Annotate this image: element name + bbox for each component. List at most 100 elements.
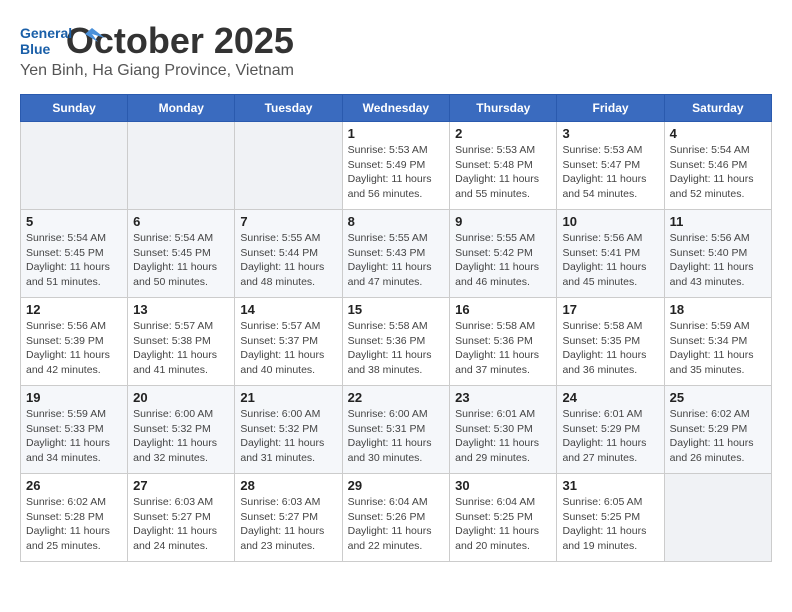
day-detail: Sunrise: 5:59 AM Sunset: 5:34 PM Dayligh… [670, 319, 766, 378]
day-detail: Sunrise: 5:57 AM Sunset: 5:38 PM Dayligh… [133, 319, 229, 378]
day-detail: Sunrise: 6:01 AM Sunset: 5:29 PM Dayligh… [562, 407, 658, 466]
svg-text:Blue: Blue [20, 41, 51, 57]
day-detail: Sunrise: 6:00 AM Sunset: 5:31 PM Dayligh… [348, 407, 445, 466]
calendar-cell: 15 Sunrise: 5:58 AM Sunset: 5:36 PM Dayli… [342, 298, 450, 386]
day-number: 18 [670, 302, 766, 317]
day-number: 26 [26, 478, 122, 493]
calendar-cell [235, 122, 342, 210]
day-detail: Sunrise: 5:56 AM Sunset: 5:39 PM Dayligh… [26, 319, 122, 378]
day-detail: Sunrise: 5:53 AM Sunset: 5:48 PM Dayligh… [455, 143, 551, 202]
calendar-cell [664, 474, 771, 562]
day-detail: Sunrise: 5:58 AM Sunset: 5:35 PM Dayligh… [562, 319, 658, 378]
day-number: 6 [133, 214, 229, 229]
day-detail: Sunrise: 5:54 AM Sunset: 5:45 PM Dayligh… [133, 231, 229, 290]
day-number: 16 [455, 302, 551, 317]
day-number: 17 [562, 302, 658, 317]
calendar-cell: 27 Sunrise: 6:03 AM Sunset: 5:27 PM Dayli… [128, 474, 235, 562]
day-detail: Sunrise: 6:00 AM Sunset: 5:32 PM Dayligh… [240, 407, 336, 466]
calendar-cell: 17 Sunrise: 5:58 AM Sunset: 5:35 PM Dayli… [557, 298, 664, 386]
day-detail: Sunrise: 5:55 AM Sunset: 5:42 PM Dayligh… [455, 231, 551, 290]
day-number: 9 [455, 214, 551, 229]
day-number: 31 [562, 478, 658, 493]
day-number: 28 [240, 478, 336, 493]
day-detail: Sunrise: 6:00 AM Sunset: 5:32 PM Dayligh… [133, 407, 229, 466]
weekday-header-friday: Friday [557, 95, 664, 122]
weekday-header-sunday: Sunday [21, 95, 128, 122]
day-detail: Sunrise: 5:56 AM Sunset: 5:41 PM Dayligh… [562, 231, 658, 290]
day-number: 29 [348, 478, 445, 493]
calendar-cell: 28Sunrise: 6:03 AM Sunset: 5:27 PM Dayli… [235, 474, 342, 562]
calendar-cell: 31 Sunrise: 6:05 AM Sunset: 5:25 PM Dayli… [557, 474, 664, 562]
calendar-cell: 5 Sunrise: 5:54 AM Sunset: 5:45 PM Daylig… [21, 210, 128, 298]
day-detail: Sunrise: 5:54 AM Sunset: 5:45 PM Dayligh… [26, 231, 122, 290]
calendar-cell: 22 Sunrise: 6:00 AM Sunset: 5:31 PM Dayli… [342, 386, 450, 474]
calendar-cell: 30 Sunrise: 6:04 AM Sunset: 5:25 PM Dayli… [450, 474, 557, 562]
day-number: 25 [670, 390, 766, 405]
day-number: 8 [348, 214, 445, 229]
calendar-cell: 29 Sunrise: 6:04 AM Sunset: 5:26 PM Dayli… [342, 474, 450, 562]
calendar-cell: 1Sunrise: 5:53 AM Sunset: 5:49 PM Daylig… [342, 122, 450, 210]
day-detail: Sunrise: 5:53 AM Sunset: 5:49 PM Dayligh… [348, 143, 445, 202]
day-detail: Sunrise: 5:56 AM Sunset: 5:40 PM Dayligh… [670, 231, 766, 290]
day-detail: Sunrise: 6:02 AM Sunset: 5:29 PM Dayligh… [670, 407, 766, 466]
day-detail: Sunrise: 5:54 AM Sunset: 5:46 PM Dayligh… [670, 143, 766, 202]
day-detail: Sunrise: 5:58 AM Sunset: 5:36 PM Dayligh… [348, 319, 445, 378]
weekday-header-monday: Monday [128, 95, 235, 122]
day-number: 14 [240, 302, 336, 317]
calendar-cell: 10 Sunrise: 5:56 AM Sunset: 5:41 PM Dayli… [557, 210, 664, 298]
day-number: 10 [562, 214, 658, 229]
day-detail: Sunrise: 6:03 AM Sunset: 5:27 PM Dayligh… [133, 495, 229, 554]
day-detail: Sunrise: 5:58 AM Sunset: 5:36 PM Dayligh… [455, 319, 551, 378]
logo: General Blue [20, 20, 110, 70]
weekday-header-tuesday: Tuesday [235, 95, 342, 122]
calendar-cell: 26 Sunrise: 6:02 AM Sunset: 5:28 PM Dayli… [21, 474, 128, 562]
calendar-cell: 25 Sunrise: 6:02 AM Sunset: 5:29 PM Dayli… [664, 386, 771, 474]
calendar-cell: 2 Sunrise: 5:53 AM Sunset: 5:48 PM Daylig… [450, 122, 557, 210]
day-number: 4 [670, 126, 766, 141]
calendar-table: SundayMondayTuesdayWednesdayThursdayFrid… [20, 94, 772, 562]
calendar-cell: 24 Sunrise: 6:01 AM Sunset: 5:29 PM Dayli… [557, 386, 664, 474]
calendar-cell: 20 Sunrise: 6:00 AM Sunset: 5:32 PM Dayli… [128, 386, 235, 474]
calendar-cell [21, 122, 128, 210]
day-detail: Sunrise: 5:55 AM Sunset: 5:44 PM Dayligh… [240, 231, 336, 290]
calendar-cell: 19 Sunrise: 5:59 AM Sunset: 5:33 PM Dayli… [21, 386, 128, 474]
calendar-cell: 9 Sunrise: 5:55 AM Sunset: 5:42 PM Daylig… [450, 210, 557, 298]
day-number: 11 [670, 214, 766, 229]
calendar-cell: 8Sunrise: 5:55 AM Sunset: 5:43 PM Daylig… [342, 210, 450, 298]
day-number: 15 [348, 302, 445, 317]
day-number: 20 [133, 390, 229, 405]
calendar-cell: 21 Sunrise: 6:00 AM Sunset: 5:32 PM Dayli… [235, 386, 342, 474]
day-number: 27 [133, 478, 229, 493]
calendar-cell: 13 Sunrise: 5:57 AM Sunset: 5:38 PM Dayli… [128, 298, 235, 386]
day-number: 30 [455, 478, 551, 493]
day-number: 24 [562, 390, 658, 405]
calendar-cell: 16 Sunrise: 5:58 AM Sunset: 5:36 PM Dayli… [450, 298, 557, 386]
calendar-cell: 3 Sunrise: 5:53 AM Sunset: 5:47 PM Daylig… [557, 122, 664, 210]
day-number: 21 [240, 390, 336, 405]
day-detail: Sunrise: 6:05 AM Sunset: 5:25 PM Dayligh… [562, 495, 658, 554]
calendar-cell: 23 Sunrise: 6:01 AM Sunset: 5:30 PM Dayli… [450, 386, 557, 474]
svg-text:General: General [20, 25, 72, 41]
day-detail: Sunrise: 6:02 AM Sunset: 5:28 PM Dayligh… [26, 495, 122, 554]
day-detail: Sunrise: 5:53 AM Sunset: 5:47 PM Dayligh… [562, 143, 658, 202]
day-detail: Sunrise: 5:59 AM Sunset: 5:33 PM Dayligh… [26, 407, 122, 466]
day-detail: Sunrise: 6:04 AM Sunset: 5:25 PM Dayligh… [455, 495, 551, 554]
day-number: 12 [26, 302, 122, 317]
day-detail: Sunrise: 5:57 AM Sunset: 5:37 PM Dayligh… [240, 319, 336, 378]
calendar-cell: 7 Sunrise: 5:55 AM Sunset: 5:44 PM Daylig… [235, 210, 342, 298]
calendar-cell: 6 Sunrise: 5:54 AM Sunset: 5:45 PM Daylig… [128, 210, 235, 298]
weekday-header-saturday: Saturday [664, 95, 771, 122]
day-number: 19 [26, 390, 122, 405]
day-detail: Sunrise: 6:04 AM Sunset: 5:26 PM Dayligh… [348, 495, 445, 554]
day-number: 2 [455, 126, 551, 141]
day-number: 7 [240, 214, 336, 229]
day-number: 5 [26, 214, 122, 229]
calendar-cell: 12 Sunrise: 5:56 AM Sunset: 5:39 PM Dayli… [21, 298, 128, 386]
day-detail: Sunrise: 6:01 AM Sunset: 5:30 PM Dayligh… [455, 407, 551, 466]
day-number: 13 [133, 302, 229, 317]
calendar-cell: 11 Sunrise: 5:56 AM Sunset: 5:40 PM Dayli… [664, 210, 771, 298]
day-number: 3 [562, 126, 658, 141]
day-number: 23 [455, 390, 551, 405]
day-number: 22 [348, 390, 445, 405]
weekday-header-thursday: Thursday [450, 95, 557, 122]
